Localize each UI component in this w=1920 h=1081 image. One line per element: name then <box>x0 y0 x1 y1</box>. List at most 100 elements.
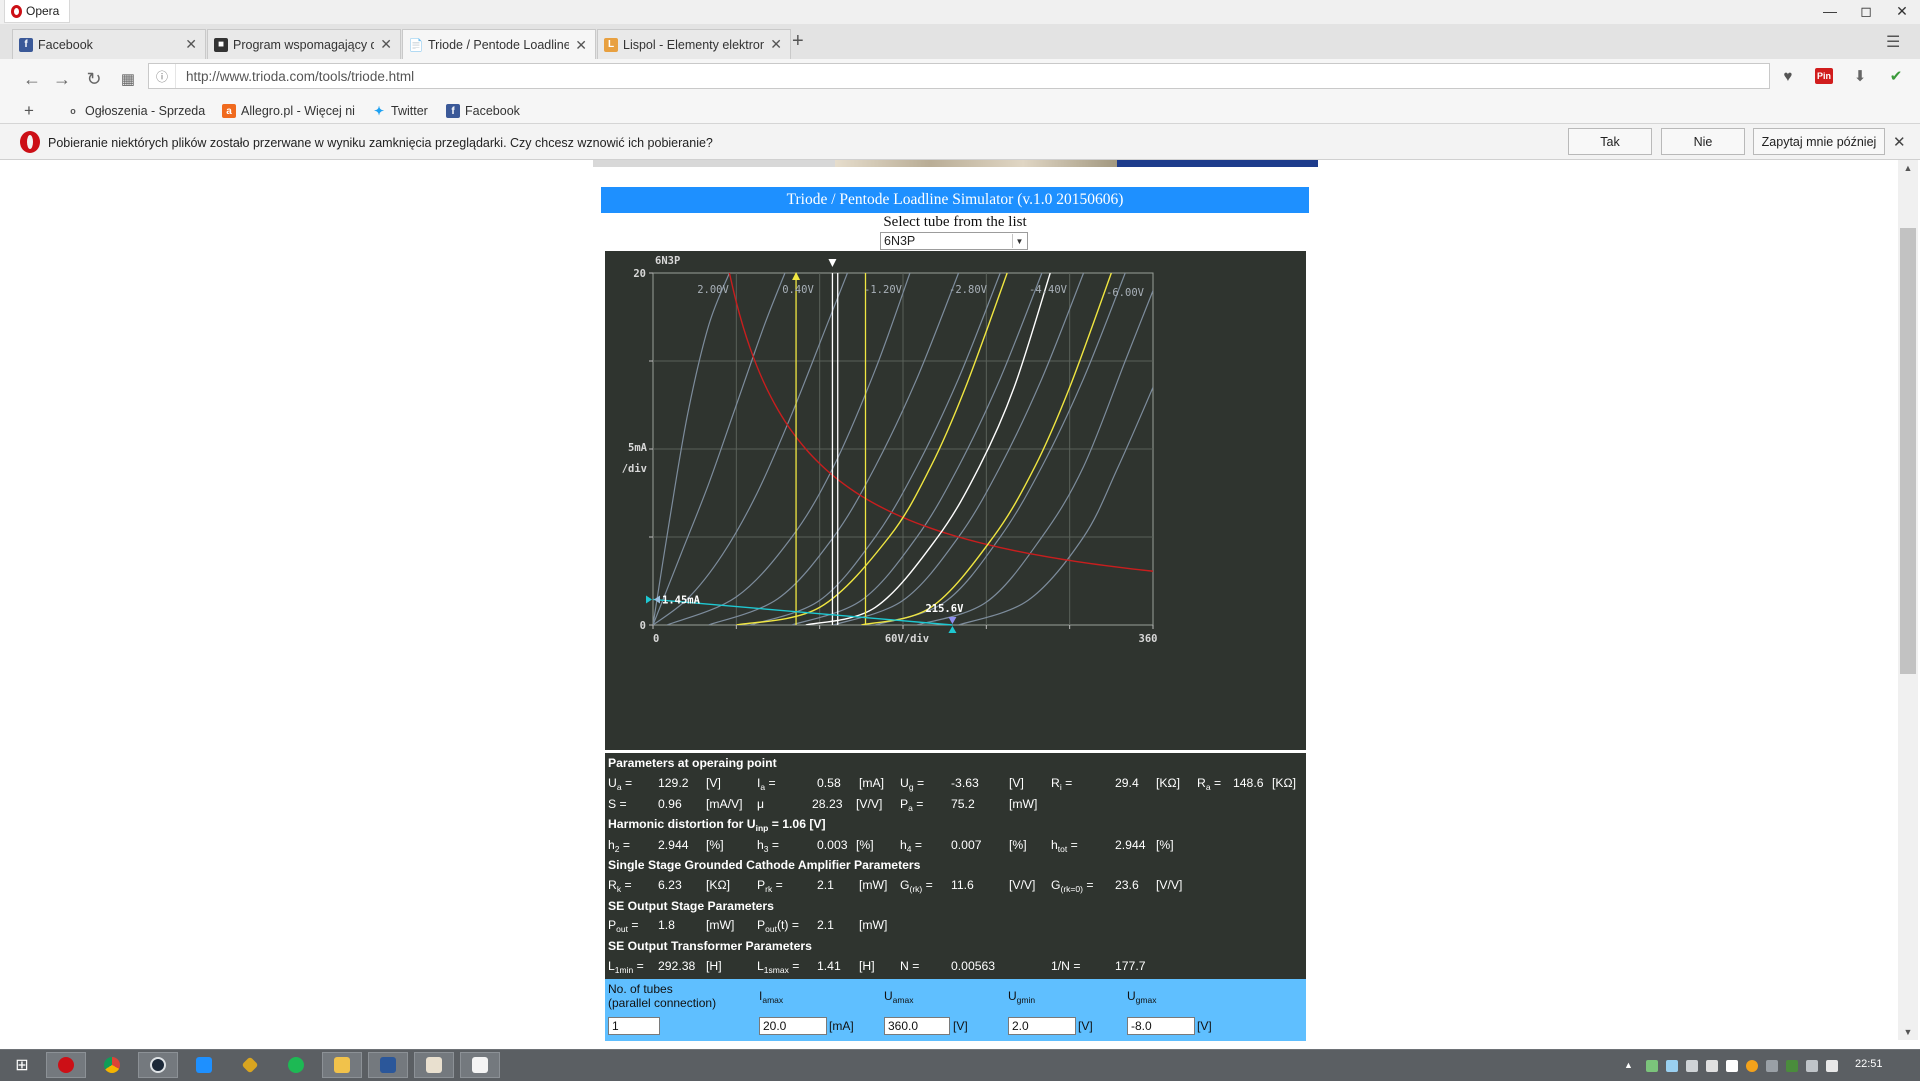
bookmark-label: Allegro.pl - Więcej ni <box>241 104 355 118</box>
uamax-input[interactable]: 360.0 <box>884 1017 950 1035</box>
file-icon[interactable] <box>414 1052 454 1078</box>
speed-dial-icon[interactable]: ▦ <box>114 65 142 93</box>
poutt-label: Pout(t) = <box>757 918 799 934</box>
grk0-unit: [V/V] <box>1156 878 1183 892</box>
spotify-icon[interactable] <box>276 1052 316 1078</box>
ugmin-input[interactable]: 2.0 <box>1008 1017 1076 1035</box>
pa-value: 75.2 <box>951 797 975 811</box>
tray-icon[interactable] <box>1686 1060 1698 1072</box>
close-notification-icon[interactable]: ✕ <box>1893 133 1906 151</box>
bookmark-allegro[interactable]: a Allegro.pl - Więcej ni <box>222 102 355 120</box>
grid-voltage-label: 2.00V <box>697 284 729 296</box>
voltage-value-label: 215.6V <box>925 603 964 615</box>
network-icon[interactable] <box>1786 1060 1798 1072</box>
tab-triode[interactable]: 📄 Triode / Pentode Loadline ✕ <box>402 29 596 60</box>
tab-close-icon[interactable]: ✕ <box>380 36 392 53</box>
uamax-label: Uamax <box>884 989 914 1005</box>
iamax-input[interactable]: 20.0 <box>759 1017 827 1035</box>
twitch-icon[interactable] <box>184 1052 224 1078</box>
back-icon[interactable]: ← <box>18 65 46 93</box>
bookmark-twitter[interactable]: ✦ Twitter <box>372 102 428 120</box>
l1min-label: L1min = <box>608 959 644 975</box>
app-icon[interactable] <box>230 1052 270 1078</box>
opera-icon[interactable] <box>46 1052 86 1078</box>
scroll-down-icon[interactable]: ▼ <box>1898 1024 1918 1040</box>
uamax-unit: [V] <box>953 1019 968 1033</box>
windows-start-icon[interactable]: ⊞ <box>2 1052 42 1078</box>
add-bookmark-icon[interactable]: + <box>24 101 34 120</box>
voltage-marker-icon <box>948 617 957 624</box>
bookmark-olx[interactable]: o Ogłoszenia - Sprzeda <box>66 102 205 120</box>
tab-facebook[interactable]: f Facebook ✕ <box>12 29 206 59</box>
no-button[interactable]: Nie <box>1661 128 1745 155</box>
pinterest-icon[interactable]: Pin <box>1814 68 1833 84</box>
chart-title: 6N3P <box>655 255 680 267</box>
heart-icon[interactable]: ♥ <box>1776 64 1800 88</box>
tray-icon[interactable] <box>1806 1060 1818 1072</box>
output-stage-title: SE Output Stage Parameters <box>608 899 774 913</box>
new-tab-icon[interactable]: + <box>792 30 804 53</box>
update-icon[interactable]: ✔ <box>1884 64 1908 88</box>
reload-icon[interactable]: ↻ <box>80 65 108 93</box>
htot-value: 2.944 <box>1115 838 1146 852</box>
steam-icon[interactable] <box>138 1052 178 1078</box>
maximize-icon[interactable]: ◻ <box>1849 0 1883 22</box>
bookmark-label: Ogłoszenia - Sprzeda <box>85 104 206 118</box>
explorer-icon[interactable] <box>322 1052 362 1078</box>
tubes-input[interactable]: 1 <box>608 1017 660 1035</box>
tab-menu-icon[interactable]: ☰ <box>1886 32 1900 52</box>
ask-later-button[interactable]: Zapytaj mnie później <box>1753 128 1885 155</box>
forward-icon[interactable]: → <box>48 65 76 93</box>
facebook-icon: f <box>446 104 460 118</box>
y-tick-label: 0 <box>640 620 646 632</box>
scroll-up-icon[interactable]: ▲ <box>1898 160 1918 176</box>
tube-select[interactable]: 6N3P ▼ <box>880 232 1028 250</box>
tray-icon[interactable] <box>1746 1060 1758 1072</box>
minimize-icon[interactable]: — <box>1813 0 1847 22</box>
download-icon[interactable]: ⬇ <box>1848 64 1872 88</box>
notepad-icon[interactable] <box>460 1052 500 1078</box>
tray-icon[interactable] <box>1766 1060 1778 1072</box>
olx-icon: o <box>70 106 76 116</box>
tray-icon[interactable] <box>1706 1060 1718 1072</box>
tab-close-icon[interactable]: ✕ <box>185 36 197 53</box>
ugmax-input[interactable]: -8.0 <box>1127 1017 1195 1035</box>
y-tick-label: 20 <box>633 268 646 280</box>
close-icon[interactable]: ✕ <box>1885 0 1919 22</box>
tab-program[interactable]: ■ Program wspomagający d ✕ <box>207 29 401 59</box>
s-label: S = <box>608 797 627 811</box>
tab-lispol[interactable]: L Lispol - Elementy elektron ✕ <box>597 29 791 59</box>
tab-close-icon[interactable]: ✕ <box>770 36 782 53</box>
chrome-icon[interactable] <box>92 1052 132 1078</box>
chevron-down-icon[interactable]: ▼ <box>1012 234 1026 248</box>
tray-icon[interactable] <box>1666 1060 1678 1072</box>
ri-unit: [KΩ] <box>1156 776 1181 790</box>
tray-icon[interactable] <box>1726 1060 1738 1072</box>
scrollbar-thumb[interactable] <box>1900 228 1916 674</box>
tubes-label: No. of tubes (parallel connection) <box>608 982 717 1010</box>
tab-label: Program wspomagający d <box>233 37 375 52</box>
address-bar[interactable]: ⓘ http://www.trioda.com/tools/triode.htm… <box>148 63 1770 89</box>
h4-value: 0.007 <box>951 838 982 852</box>
loadline-chart[interactable]: 1.45mA 215.6V 6N3P 20 00 360 60V/div 5mA/div 2.0… <box>605 251 1306 750</box>
url-text[interactable]: http://www.trioda.com/tools/triode.html <box>176 69 414 84</box>
tray-icon[interactable] <box>1646 1060 1658 1072</box>
ri-value: 29.4 <box>1115 776 1139 790</box>
pa-label: Pa = <box>900 797 924 813</box>
volume-icon[interactable] <box>1826 1060 1838 1072</box>
tray-expand-icon[interactable]: ▲ <box>1624 1060 1636 1072</box>
yes-button[interactable]: Tak <box>1568 128 1652 155</box>
site-info-icon[interactable]: ⓘ <box>149 64 176 88</box>
prk-value: 2.1 <box>817 878 834 892</box>
word-icon[interactable] <box>368 1052 408 1078</box>
facebook-icon: f <box>19 37 33 52</box>
opera-menu-button[interactable]: Opera <box>4 0 70 23</box>
ug-unit: [V] <box>1009 776 1024 790</box>
grk-label: G(rk) = <box>900 878 933 894</box>
tab-close-icon[interactable]: ✕ <box>575 37 587 54</box>
amplifier-title: Single Stage Grounded Cathode Amplifier … <box>608 858 921 872</box>
loadline-graph[interactable]: 1.45mA 215.6V 6N3P 20 0 0 360 60V/div 5mA/div 2.0… <box>605 251 1306 750</box>
bookmark-facebook[interactable]: f Facebook <box>446 102 520 120</box>
grk-unit: [V/V] <box>1009 878 1036 892</box>
n-label: N = <box>900 959 920 973</box>
